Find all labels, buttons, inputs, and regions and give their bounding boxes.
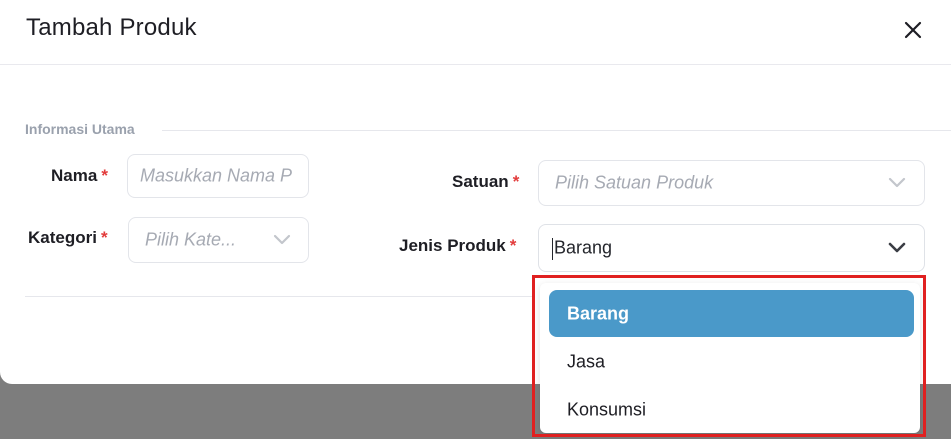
section-label: Informasi Utama <box>25 121 135 137</box>
close-button[interactable] <box>900 17 926 43</box>
kategori-select[interactable]: Pilih Kate... <box>128 217 309 263</box>
modal-header: Tambah Produk <box>0 0 951 65</box>
nama-label-text: Nama <box>51 166 98 185</box>
chevron-down-icon <box>273 234 291 245</box>
kategori-label: Kategori * <box>28 228 108 248</box>
chevron-down-icon <box>888 242 906 253</box>
nama-label: Nama * <box>51 166 108 186</box>
satuan-label: Satuan * <box>452 172 519 192</box>
required-marker: * <box>512 172 520 191</box>
satuan-select[interactable]: Pilih Satuan Produk <box>538 160 925 206</box>
form-divider <box>25 296 535 297</box>
kategori-select-placeholder: Pilih Kate... <box>145 229 237 250</box>
jenis-produk-label: Jenis Produk * <box>399 236 516 256</box>
jenis-produk-select[interactable]: Barang <box>538 224 925 272</box>
nama-input[interactable]: Masukkan Nama P <box>127 154 309 198</box>
close-icon <box>904 21 922 39</box>
required-marker: * <box>100 228 108 247</box>
text-caret <box>552 238 553 260</box>
required-marker: * <box>509 236 517 255</box>
satuan-label-text: Satuan <box>452 172 509 191</box>
nama-input-placeholder: Masukkan Nama P <box>140 165 293 186</box>
chevron-down-icon <box>888 177 906 188</box>
jenis-produk-label-text: Jenis Produk <box>399 236 506 255</box>
jenis-produk-value: Barang <box>554 237 613 258</box>
highlight-box <box>532 275 926 437</box>
kategori-label-text: Kategori <box>28 228 97 247</box>
required-marker: * <box>101 166 108 185</box>
section-divider <box>162 130 951 131</box>
satuan-select-placeholder: Pilih Satuan Produk <box>555 172 714 193</box>
modal-title: Tambah Produk <box>26 14 197 41</box>
